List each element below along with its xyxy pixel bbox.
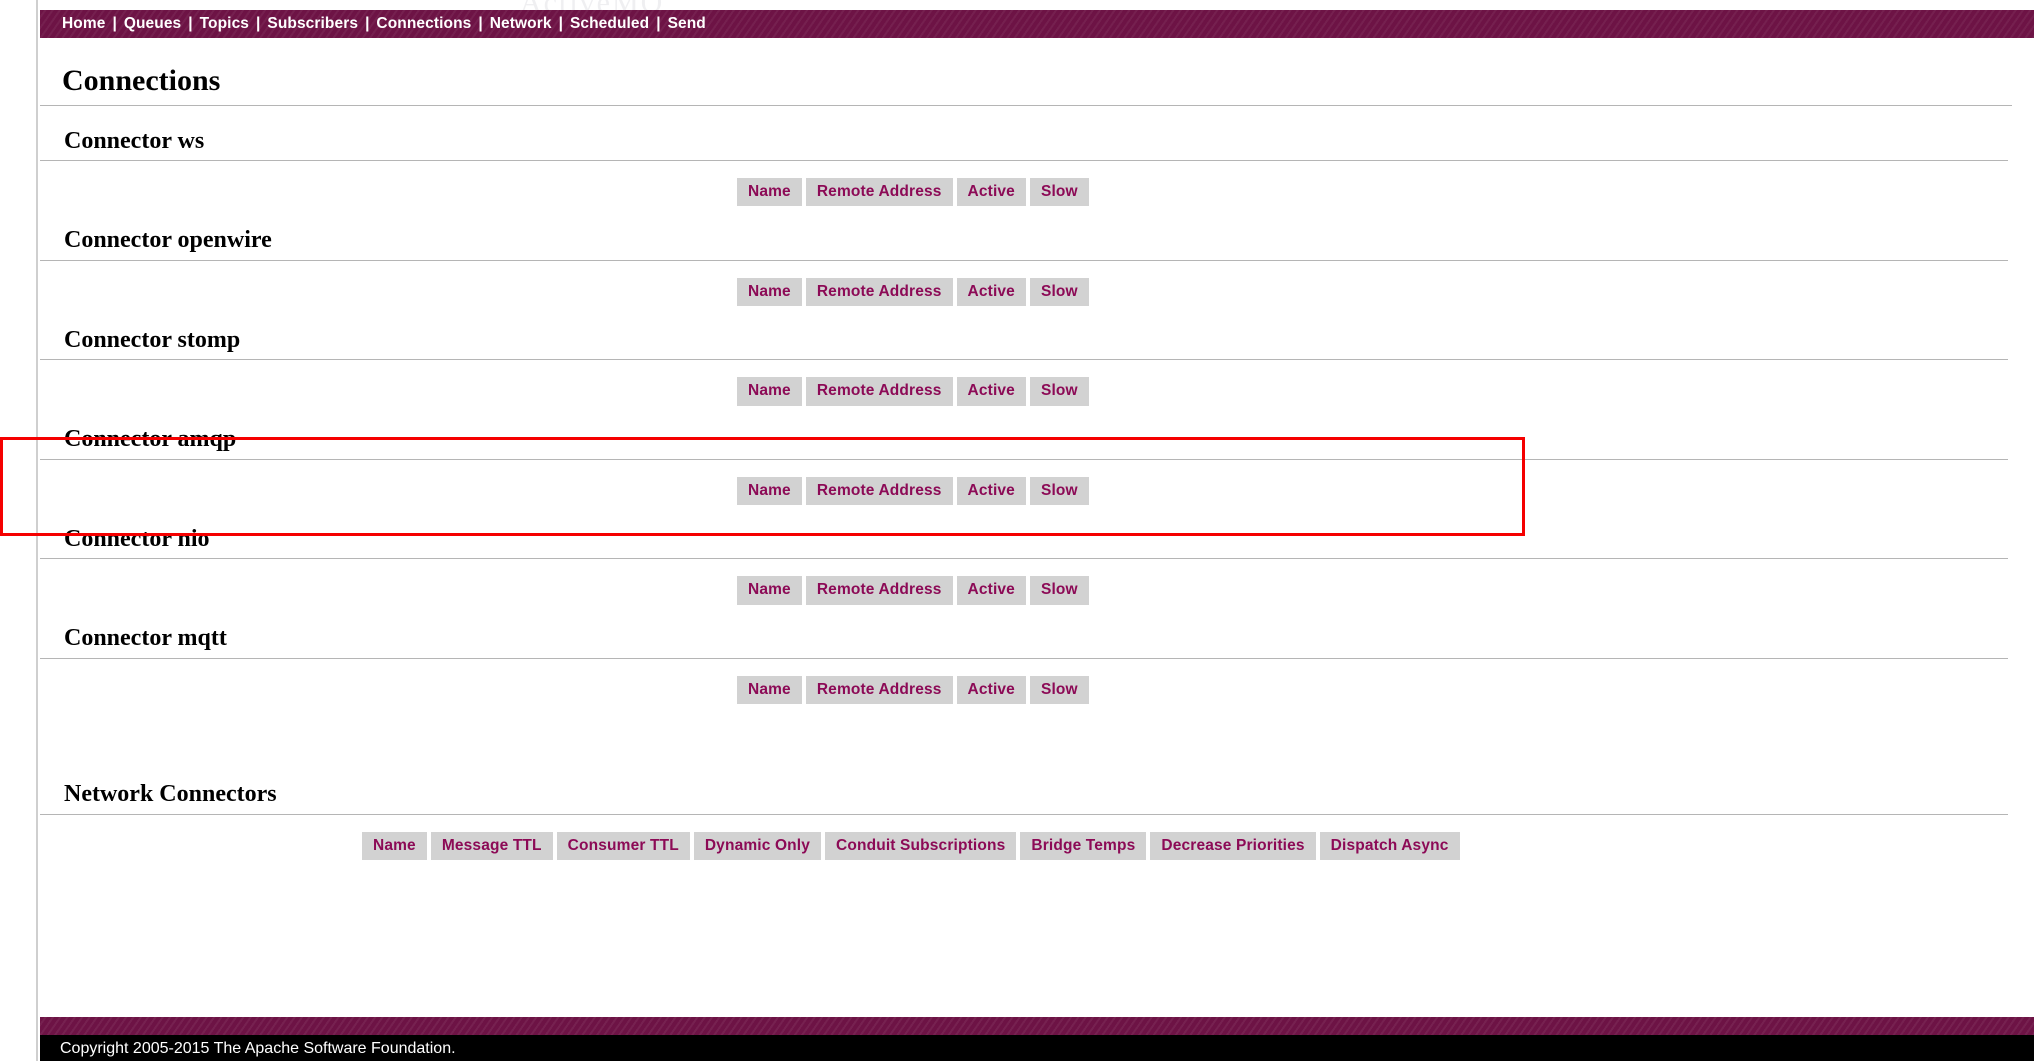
connector-title: Connector mqtt [40, 603, 2008, 660]
connector-section: Connector stomp Name Remote Address Active S… [40, 305, 2034, 406]
column-header-dispatch-async[interactable]: Dispatch Async [1319, 831, 1460, 861]
connector-table-header-row: Name Remote Address Active Slow [40, 460, 2034, 506]
column-header-remote-address[interactable]: Remote Address [805, 476, 953, 506]
footer-copyright: Copyright 2005-2015 The Apache Software … [60, 1040, 456, 1057]
nav-connections[interactable]: Connections [376, 15, 471, 33]
column-header-slow[interactable]: Slow [1029, 178, 1089, 207]
column-header-active[interactable]: Active [956, 377, 1026, 406]
column-header-slow[interactable]: Slow [1029, 576, 1089, 605]
column-header-slow[interactable]: Slow [1029, 476, 1089, 506]
column-header-remote-address[interactable]: Remote Address [805, 676, 953, 705]
column-header-name[interactable]: Name [737, 576, 802, 605]
nav-subscribers[interactable]: Subscribers [267, 15, 358, 33]
nav-separator: | [365, 15, 370, 32]
column-header-name[interactable]: Name [737, 476, 802, 506]
column-header-conduit-subscriptions[interactable]: Conduit Subscriptions [825, 831, 1017, 861]
nav-queues[interactable]: Queues [124, 15, 181, 33]
connector-table-header-row: Name Remote Address Active Slow [40, 161, 2034, 207]
connector-title: Connector stomp [40, 305, 2008, 361]
column-header-name[interactable]: Name [737, 277, 802, 307]
connector-section: Connector amqp Name Remote Address Active Sl… [40, 404, 2034, 506]
content-column: ActiveMQ Home|Queues|Topics|Subscribers|… [40, 0, 2034, 1061]
nav-separator: | [558, 15, 563, 32]
connector-section: Connector openwire Name Remote Address Acti… [40, 205, 2034, 307]
connector-section: Connector nio Name Remote Address Active Slo… [40, 504, 2034, 605]
column-header-name[interactable]: Name [737, 178, 802, 207]
nav-separator: | [478, 15, 483, 32]
nav-send[interactable]: Send [668, 15, 706, 33]
nav-home[interactable]: Home [62, 15, 105, 33]
connector-section: Connector ws Name Remote Address Active Slow [40, 106, 2034, 207]
nav-separator: | [112, 15, 117, 32]
column-header-remote-address[interactable]: Remote Address [805, 576, 953, 605]
column-header-active[interactable]: Active [956, 476, 1026, 506]
left-gutter [0, 0, 38, 1061]
nav-scheduled[interactable]: Scheduled [570, 15, 649, 33]
connector-table-header-row: Name Remote Address Active Slow [40, 559, 2034, 605]
connector-title: Connector openwire [40, 205, 2008, 261]
column-header-slow[interactable]: Slow [1029, 377, 1089, 406]
column-header-name[interactable]: Name [362, 831, 427, 861]
main-content: Connections Connector ws Name Remote Addre… [40, 38, 2034, 861]
connector-title: Connector ws [40, 106, 2008, 162]
column-header-active[interactable]: Active [956, 277, 1026, 307]
connector-section: Connector mqtt Name Remote Address Active Sl… [40, 603, 2034, 705]
main-navigation: Home | Queues | Topics | Subscribers | Connectio… [40, 10, 2034, 38]
column-header-decrease-priorities[interactable]: Decrease Priorities [1150, 831, 1316, 861]
column-header-remote-address[interactable]: Remote Address [805, 178, 953, 207]
column-header-bridge-temps[interactable]: Bridge Temps [1020, 831, 1147, 861]
column-header-name[interactable]: Name [737, 377, 802, 406]
nav-separator: | [256, 15, 261, 32]
network-connectors-header-row: Name Message TTL Consumer TTL Dynamic Only C… [40, 815, 2034, 861]
page-frame: ActiveMQ Home|Queues|Topics|Subscribers|… [0, 0, 2034, 1061]
connector-table-header-row: Name Remote Address Active Slow [40, 360, 2034, 406]
nav-separator: | [656, 15, 661, 32]
connector-table-header-row: Name Remote Address Active Slow [40, 261, 2034, 307]
column-header-active[interactable]: Active [956, 576, 1026, 605]
connector-title: Connector amqp [40, 404, 2008, 460]
connector-title: Connector nio [40, 504, 2008, 560]
nav-network[interactable]: Network [490, 15, 552, 33]
connector-sections: Connector ws Name Remote Address Active Slow… [40, 106, 2034, 705]
footer-accent-bar [40, 1017, 2034, 1035]
column-header-active[interactable]: Active [956, 178, 1026, 207]
column-header-slow[interactable]: Slow [1029, 676, 1089, 705]
column-header-slow[interactable]: Slow [1029, 277, 1089, 307]
nav-separator: | [188, 15, 193, 32]
nav-topics[interactable]: Topics [200, 15, 249, 33]
column-header-remote-address[interactable]: Remote Address [805, 277, 953, 307]
page-title: Connections [40, 38, 2012, 106]
connector-table-header-row: Name Remote Address Active Slow [40, 659, 2034, 705]
column-header-consumer-ttl[interactable]: Consumer TTL [556, 831, 690, 861]
column-header-dynamic-only[interactable]: Dynamic Only [693, 831, 822, 861]
column-header-active[interactable]: Active [956, 676, 1026, 705]
column-header-name[interactable]: Name [737, 676, 802, 705]
column-header-remote-address[interactable]: Remote Address [805, 377, 953, 406]
column-header-message-ttl[interactable]: Message TTL [430, 831, 553, 861]
network-connectors-title: Network Connectors [40, 759, 2008, 815]
